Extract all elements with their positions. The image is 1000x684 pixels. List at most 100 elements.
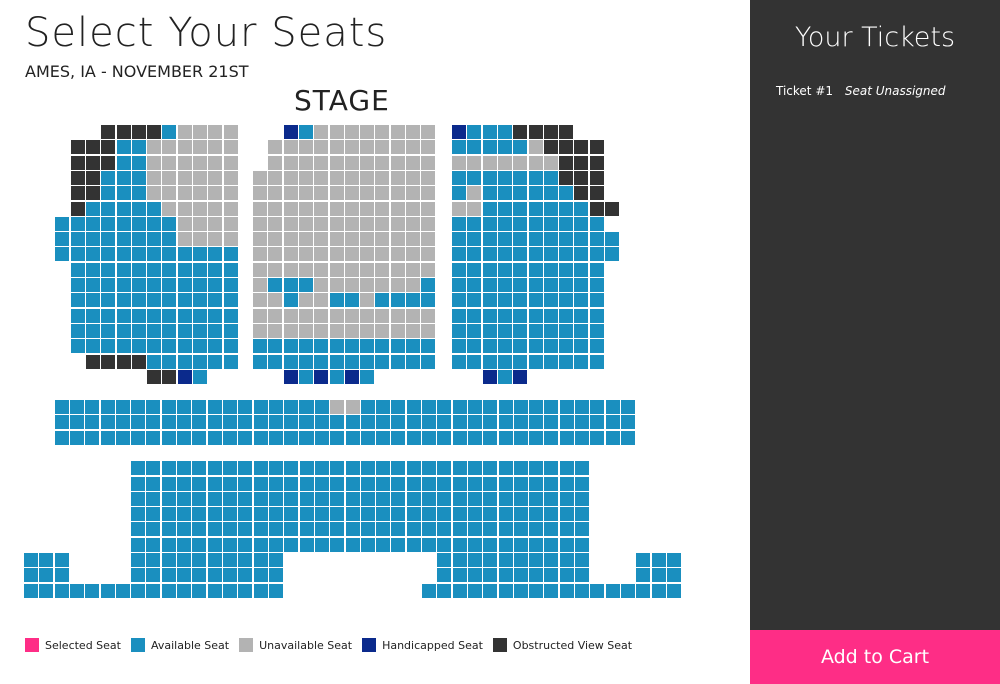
- seat-available[interactable]: [147, 232, 162, 247]
- seat-available[interactable]: [131, 201, 146, 216]
- seat-available[interactable]: [559, 354, 574, 369]
- seat-available[interactable]: [467, 293, 482, 308]
- seat-available[interactable]: [253, 568, 268, 583]
- seat-available[interactable]: [115, 430, 130, 445]
- seat-available[interactable]: [314, 415, 329, 430]
- seat-available[interactable]: [223, 339, 238, 354]
- seat-available[interactable]: [177, 400, 191, 414]
- seat-available[interactable]: [513, 262, 528, 277]
- seat-available[interactable]: [636, 583, 651, 598]
- seat-available[interactable]: [498, 491, 513, 506]
- seat-available[interactable]: [101, 216, 116, 231]
- seat-available[interactable]: [437, 491, 452, 506]
- seat-available[interactable]: [100, 415, 115, 430]
- seat-available[interactable]: [208, 339, 223, 354]
- seat-available[interactable]: [284, 400, 299, 414]
- seat-available[interactable]: [131, 216, 146, 231]
- seat-available[interactable]: [223, 278, 238, 292]
- seat-available[interactable]: [177, 522, 191, 537]
- seat-available[interactable]: [116, 216, 131, 231]
- seat-available[interactable]: [574, 201, 589, 216]
- seat-available[interactable]: [589, 247, 604, 262]
- seat-available[interactable]: [116, 278, 131, 292]
- seat-available[interactable]: [452, 278, 466, 292]
- seat-available[interactable]: [192, 522, 207, 537]
- seat-available[interactable]: [193, 369, 207, 384]
- seat-available[interactable]: [238, 491, 253, 506]
- seat-available[interactable]: [452, 247, 466, 262]
- seat-available[interactable]: [269, 461, 283, 476]
- seat-available[interactable]: [575, 583, 589, 598]
- seat-available[interactable]: [177, 583, 191, 598]
- seat-available[interactable]: [116, 262, 131, 277]
- seat-available[interactable]: [543, 293, 558, 308]
- seat-available[interactable]: [207, 415, 222, 430]
- seat-available[interactable]: [360, 537, 375, 552]
- seat-available[interactable]: [483, 400, 498, 414]
- seat-available[interactable]: [544, 568, 559, 583]
- seat-available[interactable]: [452, 339, 466, 354]
- seat-available[interactable]: [574, 216, 589, 231]
- seat-available[interactable]: [467, 170, 482, 185]
- seat-available[interactable]: [575, 507, 589, 522]
- seat-available[interactable]: [101, 232, 116, 247]
- seat-available[interactable]: [482, 354, 497, 369]
- seat-available[interactable]: [559, 201, 574, 216]
- seat-available[interactable]: [162, 278, 177, 292]
- seat-available[interactable]: [253, 491, 268, 506]
- seat-available[interactable]: [100, 400, 115, 414]
- seat-available[interactable]: [620, 400, 635, 414]
- seat-available[interactable]: [513, 522, 528, 537]
- seat-available[interactable]: [528, 186, 543, 201]
- seat-available[interactable]: [529, 400, 544, 414]
- seat-available[interactable]: [131, 491, 146, 506]
- seat-available[interactable]: [85, 308, 100, 323]
- seat-available[interactable]: [85, 201, 100, 216]
- seat-available[interactable]: [467, 354, 482, 369]
- seat-available[interactable]: [605, 583, 620, 598]
- seat-available[interactable]: [575, 522, 589, 537]
- seat-available[interactable]: [55, 216, 70, 231]
- seat-available[interactable]: [605, 430, 620, 445]
- seat-available[interactable]: [283, 293, 298, 308]
- seat-available[interactable]: [146, 461, 161, 476]
- seat-available[interactable]: [590, 400, 605, 414]
- seat-available[interactable]: [452, 491, 467, 506]
- seat-available[interactable]: [437, 553, 452, 567]
- seat-available[interactable]: [528, 216, 543, 231]
- seat-available[interactable]: [39, 568, 54, 583]
- seat-available[interactable]: [529, 507, 544, 522]
- seat-available[interactable]: [69, 415, 84, 430]
- seat-available[interactable]: [559, 293, 574, 308]
- seat-available[interactable]: [498, 415, 513, 430]
- seat-available[interactable]: [299, 415, 314, 430]
- seat-available[interactable]: [146, 430, 161, 445]
- seat-available[interactable]: [177, 537, 191, 552]
- seat-available[interactable]: [636, 553, 651, 567]
- seat-available[interactable]: [544, 400, 559, 414]
- seat-available[interactable]: [574, 293, 589, 308]
- seat-available[interactable]: [222, 568, 237, 583]
- seat-available[interactable]: [452, 430, 467, 445]
- seat-available[interactable]: [376, 430, 391, 445]
- seat-available[interactable]: [116, 155, 131, 170]
- seat-available[interactable]: [360, 369, 375, 384]
- seat-available[interactable]: [345, 537, 360, 552]
- seat-available[interactable]: [253, 461, 268, 476]
- seat-available[interactable]: [268, 553, 283, 567]
- seat-available[interactable]: [253, 507, 268, 522]
- seat-available[interactable]: [192, 415, 207, 430]
- seat-available[interactable]: [513, 293, 528, 308]
- seat-available[interactable]: [223, 262, 238, 277]
- seat-available[interactable]: [116, 323, 131, 338]
- seat-available[interactable]: [589, 354, 604, 369]
- seat-available[interactable]: [483, 583, 498, 598]
- seat-available[interactable]: [147, 354, 162, 369]
- seat-available[interactable]: [207, 461, 222, 476]
- seat-available[interactable]: [482, 293, 497, 308]
- seat-available[interactable]: [559, 476, 574, 491]
- seat-available[interactable]: [54, 415, 69, 430]
- seat-available[interactable]: [375, 354, 390, 369]
- seat-available[interactable]: [376, 461, 391, 476]
- seat-available[interactable]: [177, 476, 191, 491]
